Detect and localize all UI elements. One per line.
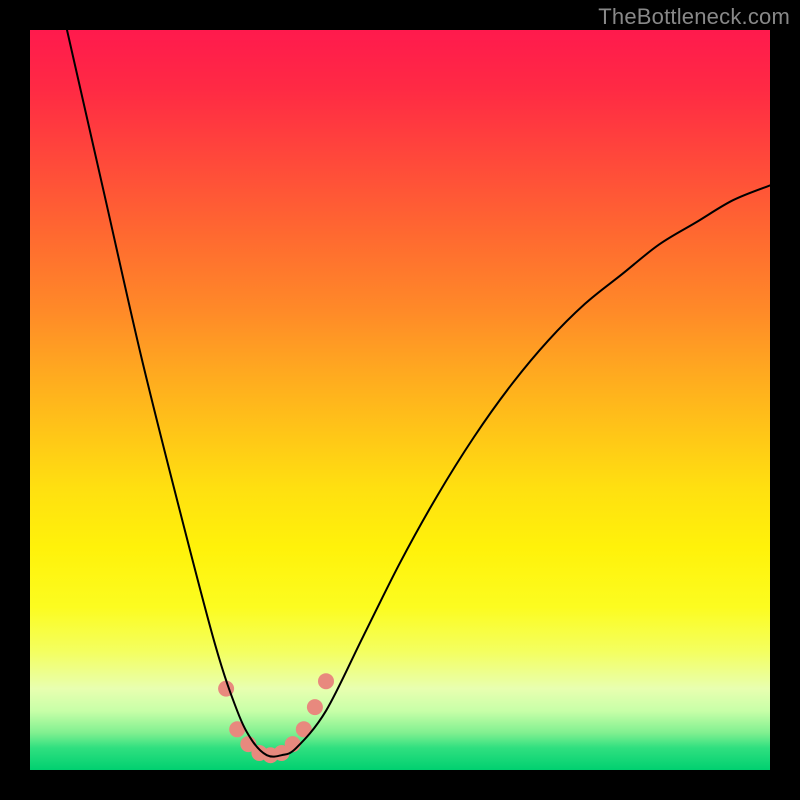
chart-frame: TheBottleneck.com bbox=[0, 0, 800, 800]
chart-svg bbox=[30, 30, 770, 770]
highlight-markers bbox=[218, 673, 334, 763]
marker-dot bbox=[307, 699, 323, 715]
plot-area bbox=[30, 30, 770, 770]
marker-dot bbox=[318, 673, 334, 689]
watermark-text: TheBottleneck.com bbox=[598, 4, 790, 30]
bottleneck-curve bbox=[67, 30, 770, 757]
marker-dot bbox=[285, 736, 301, 752]
